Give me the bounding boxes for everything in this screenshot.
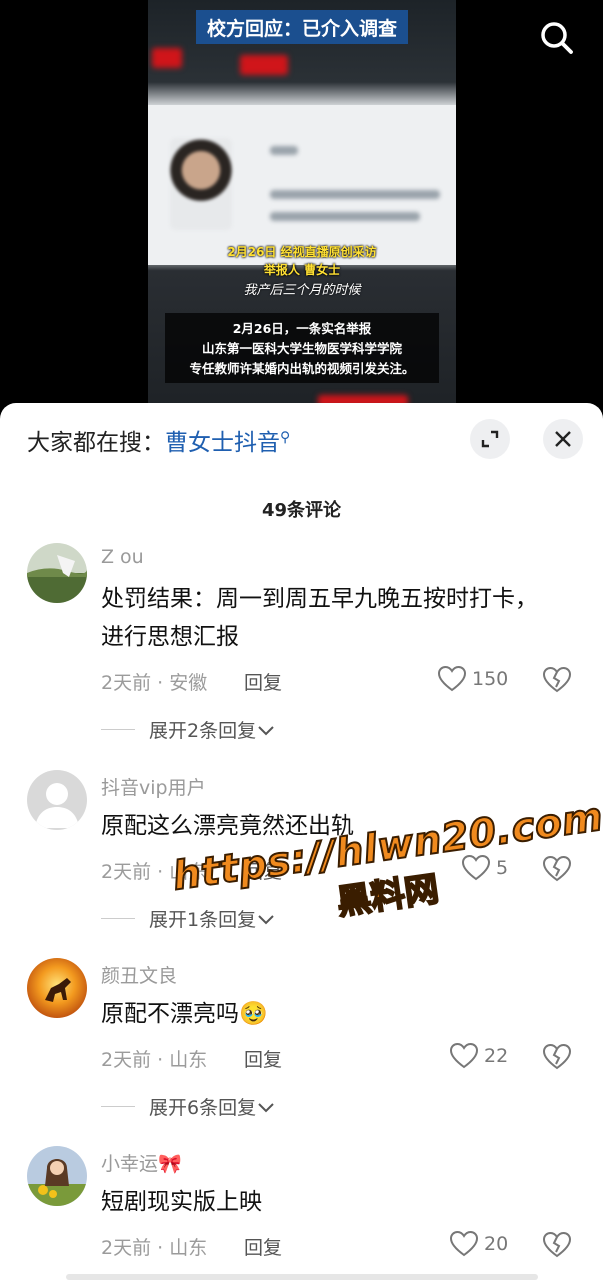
reply-button[interactable]: 回复 (244, 1045, 282, 1072)
chevron-down-icon (258, 725, 274, 735)
like-button[interactable]: 5 (462, 855, 508, 881)
caption-quote: 我产后三个月的时候 (243, 283, 361, 298)
search-small-icon: ⚲ (280, 429, 291, 446)
reply-button[interactable]: 回复 (244, 857, 282, 884)
comment-user[interactable]: 小幸运🎀 (101, 1149, 182, 1176)
expand-replies[interactable]: 展开6条回复 (101, 1093, 276, 1120)
caption-date: 2月26日 经视直播原创采访 (227, 245, 377, 259)
red-blur (152, 48, 182, 68)
trending-search[interactable]: 大家都在搜：曹女士抖音⚲ (27, 423, 290, 457)
comment-user[interactable]: 颜丑文良 (101, 961, 177, 988)
avatar[interactable] (27, 1146, 87, 1206)
search-button[interactable] (537, 18, 577, 58)
expand-label: 展开2条回复 (149, 720, 257, 742)
like-button[interactable]: 22 (450, 1043, 508, 1069)
dislike-button[interactable] (542, 855, 572, 886)
like-count: 150 (472, 668, 509, 690)
comment-text: 原配不漂亮吗🥹 (101, 1001, 268, 1027)
avatar[interactable] (27, 770, 87, 830)
broken-heart-icon (542, 1231, 572, 1258)
like-count: 5 (496, 857, 509, 879)
heart-icon (450, 1043, 478, 1069)
blur-text (270, 146, 298, 155)
divider-line (101, 1106, 135, 1107)
comment-text: 原配这么漂亮竟然还出轨 (101, 813, 354, 839)
reply-button[interactable]: 回复 (244, 668, 282, 695)
trending-keyword[interactable]: 曹女士抖音 (165, 430, 280, 456)
expand-replies[interactable]: 展开2条回复 (101, 716, 276, 743)
like-count: 20 (484, 1233, 509, 1255)
trending-prefix: 大家都在搜： (27, 430, 165, 456)
comment-sheet: 大家都在搜：曹女士抖音⚲ 49条评论 Z ou 处罚结果：周一到周五早九晚五按时… (0, 403, 603, 1280)
broken-heart-icon (542, 666, 572, 693)
comment-meta: 2天前 · 山东 (101, 1237, 208, 1259)
search-icon (541, 22, 573, 54)
like-button[interactable]: 20 (450, 1231, 508, 1257)
blurred-portrait (170, 138, 232, 230)
expand-button[interactable] (470, 419, 510, 459)
caption-line: 山东第一医科大学生物医学科学学院 (201, 341, 402, 356)
like-button[interactable]: 150 (438, 666, 508, 692)
comment-text: 短剧现实版上映 (101, 1189, 262, 1215)
avatar[interactable] (27, 958, 87, 1018)
dislike-button[interactable] (542, 1043, 572, 1074)
comment-text: 处罚结果：周一到周五早九晚五按时打卡，进行思想汇报 (101, 586, 538, 650)
chevron-down-icon (258, 1102, 274, 1112)
comment-meta: 2天前 · 山东 (101, 861, 208, 883)
avatar[interactable] (27, 543, 87, 603)
comment-user[interactable]: Z ou (101, 546, 144, 568)
bottom-bar (66, 1274, 538, 1280)
broken-heart-icon (542, 1043, 572, 1070)
comment-count: 49条评论 (261, 500, 342, 521)
caption-reporter: 举报人 曹女士 (263, 263, 341, 277)
dislike-button[interactable] (542, 666, 572, 697)
like-count: 22 (484, 1045, 509, 1067)
caption-line: 专任教师许某婚内出轨的视频引发关注。 (189, 361, 415, 376)
divider-line (101, 729, 135, 730)
close-button[interactable] (543, 419, 583, 459)
caption-line: 2月26日，一条实名举报 (232, 321, 372, 336)
expand-icon (481, 430, 499, 448)
video-player[interactable]: 校方回应：已介入调查 2月26日 经视直播原创采访 举报人 曹女士 我产后三个月… (0, 0, 603, 410)
heart-icon (438, 666, 466, 692)
expand-label: 展开1条回复 (149, 909, 257, 931)
divider-line (101, 918, 135, 919)
caption-box: 2月26日，一条实名举报 山东第一医科大学生物医学科学学院 专任教师许某婚内出轨… (165, 313, 439, 383)
close-icon (555, 431, 571, 447)
comment-meta: 2天前 · 山东 (101, 1049, 208, 1071)
broken-heart-icon (542, 855, 572, 882)
dislike-button[interactable] (542, 1231, 572, 1262)
reply-button[interactable]: 回复 (244, 1233, 282, 1260)
blur-text (270, 190, 440, 199)
blur-text (270, 212, 420, 221)
chevron-down-icon (258, 914, 274, 924)
video-title: 校方回应：已介入调查 (196, 10, 408, 44)
expand-replies[interactable]: 展开1条回复 (101, 905, 276, 932)
expand-label: 展开6条回复 (149, 1097, 257, 1119)
comment-user[interactable]: 抖音vip用户 (101, 773, 206, 800)
red-blur (240, 55, 288, 75)
heart-icon (450, 1231, 478, 1257)
heart-icon (462, 855, 490, 881)
comment-meta: 2天前 · 安徽 (101, 672, 208, 694)
